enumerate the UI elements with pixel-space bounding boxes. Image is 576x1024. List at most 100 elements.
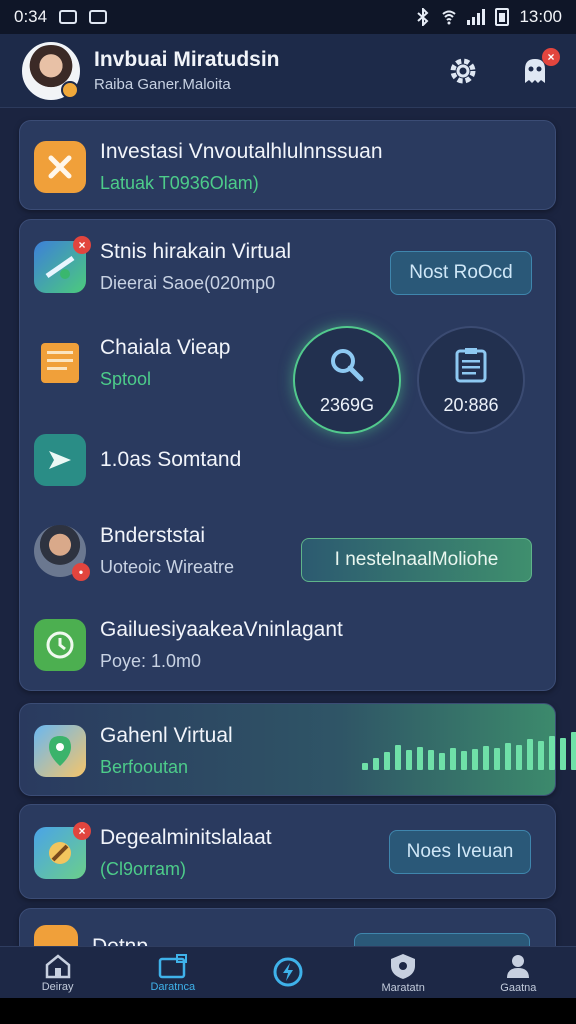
activity-bar	[549, 736, 555, 770]
status-time-right: 13:00	[519, 7, 562, 26]
item-subtitle: Poye: 1.0m0	[100, 651, 202, 671]
item-subtitle: Berfooutan	[100, 757, 189, 777]
nost-button[interactable]: Nost RoOcd	[390, 251, 532, 295]
nav-item-shield[interactable]: Maratatn	[353, 952, 453, 994]
activity-bar	[494, 748, 500, 770]
search-stat-button[interactable]: 2369G	[293, 326, 401, 434]
system-navigation-bar	[0, 998, 576, 1024]
clipboard-stat-value: 20:886	[443, 394, 499, 415]
status-badge-icon: •	[72, 563, 90, 581]
status-time-left: 0:34	[14, 7, 48, 26]
nav-item-profile[interactable]: Gaatna	[468, 952, 568, 994]
item-subtitle: Uoteoic Wireatre	[100, 557, 235, 577]
bottom-nav: Deiray Daratnca Maratatn Gaatna	[0, 946, 576, 998]
degeal-card[interactable]: × Degealminitslalaat (Cl9orram) Noes Ive…	[19, 804, 556, 899]
notification-badge: ×	[542, 47, 560, 66]
item-title: Chaiala Vieap	[100, 336, 231, 359]
notifications-button[interactable]: ×	[516, 47, 560, 90]
battery-icon	[495, 8, 510, 26]
nav-label: Maratatn	[381, 981, 425, 994]
avatar: •	[34, 525, 90, 581]
user-icon	[507, 954, 530, 978]
item-title: Stnis hirakain Virtual	[100, 240, 292, 263]
activity-bar	[505, 743, 511, 770]
list-item[interactable]: Chaiala Vieap Sptool	[34, 336, 230, 390]
nav-label: Deiray	[41, 980, 74, 993]
close-badge-icon: ×	[73, 236, 91, 254]
activity-bar	[483, 746, 489, 770]
close-badge-icon: ×	[73, 822, 91, 840]
install-button[interactable]: I nestelnaalMoliohe	[301, 538, 532, 582]
list-item[interactable]: × Stnis hirakain Virtual Dieerai Saoe(02…	[34, 236, 292, 294]
nav-label: Daratnca	[150, 980, 196, 993]
activity-bar	[538, 741, 544, 770]
signal-icon	[467, 9, 486, 25]
activity-bar	[439, 753, 445, 770]
activity-bar	[384, 752, 390, 770]
activity-bar	[428, 750, 434, 770]
status-bar: 0:34 13:00	[0, 0, 576, 34]
tools-icon	[34, 141, 86, 193]
activity-bar	[571, 732, 576, 770]
activity-bars	[362, 730, 576, 770]
activity-bar	[516, 745, 522, 770]
message-icon	[59, 10, 78, 24]
bluetooth-icon	[417, 8, 429, 26]
partial-card[interactable]: Detnp	[19, 908, 556, 946]
item-subtitle: Dieerai Saoe(020mp0	[100, 273, 276, 293]
investment-subtitle: Latuak T0936Olam)	[100, 173, 259, 193]
features-card: × Stnis hirakain Virtual Dieerai Saoe(02…	[19, 219, 556, 691]
avatar-badge	[61, 80, 79, 99]
nav-item-home[interactable]: Deiray	[8, 953, 108, 993]
maps-icon	[34, 725, 86, 777]
investment-card[interactable]: Investasi Vnvoutalhlulnnssuan Latuak T09…	[19, 120, 556, 210]
activity-bar	[362, 763, 368, 770]
item-title: 1.0as Somtand	[100, 448, 242, 471]
partial-button[interactable]	[354, 933, 530, 946]
item-title: GailuesiyaakeaVninlagant	[100, 618, 343, 641]
item-title: Detnp	[92, 935, 148, 946]
folder-icon	[34, 925, 78, 946]
investment-title: Investasi Vnvoutalhlulnnssuan	[100, 140, 383, 163]
page-subtitle: Raiba Ganer.Maloita	[94, 76, 231, 93]
avatar[interactable]	[22, 41, 80, 100]
item-subtitle: Sptool	[100, 369, 152, 389]
activity-bar	[527, 739, 533, 770]
wifi-icon	[442, 10, 457, 25]
circle-bolt-icon	[273, 957, 303, 986]
activity-bar	[450, 748, 456, 770]
virtual-card[interactable]: Gahenl Virtual Berfooutan	[19, 703, 576, 796]
plane-icon	[34, 434, 86, 486]
list-item[interactable]: • Bnderststai Uoteoic Wireatre	[34, 524, 235, 581]
app-header: Invbuai Miratudsin Raiba Ganer.Maloita ×	[0, 34, 576, 108]
activity-bar	[395, 745, 401, 770]
activity-bar	[373, 758, 379, 770]
activity-bar	[406, 750, 412, 770]
item-title: Gahenl Virtual	[100, 724, 233, 747]
search-stat-value: 2369G	[319, 394, 375, 415]
noes-button[interactable]: Noes Iveuan	[389, 830, 531, 874]
page-title: Invbuai Miratudsin	[94, 48, 280, 71]
map-icon: ×	[34, 236, 91, 293]
gear-icon	[450, 58, 476, 83]
document-icon	[34, 337, 86, 389]
clock-icon	[34, 619, 86, 671]
item-subtitle: (Cl9orram)	[100, 859, 187, 879]
shield-icon	[391, 953, 416, 979]
item-title: Bnderststai	[100, 524, 206, 547]
folder-icon	[158, 953, 187, 978]
list-item[interactable]: GailuesiyaakeaVninlagant Poye: 1.0m0	[34, 618, 343, 672]
nav-item-folder[interactable]: Daratnca	[123, 953, 223, 993]
nav-item-center[interactable]	[238, 955, 338, 991]
clipboard-stat-button[interactable]: 20:886	[417, 326, 525, 434]
main-content: Investasi Vnvoutalhlulnnssuan Latuak T09…	[0, 108, 576, 946]
home-icon	[45, 953, 70, 978]
media-icon	[89, 10, 108, 24]
activity-bar	[472, 749, 478, 770]
activity-bar	[560, 738, 566, 770]
activity-bar	[461, 751, 467, 770]
list-item[interactable]: 1.0as Somtand	[34, 434, 241, 486]
activity-bar	[417, 747, 423, 770]
clipboard-icon	[455, 347, 487, 382]
settings-button[interactable]	[444, 52, 482, 90]
